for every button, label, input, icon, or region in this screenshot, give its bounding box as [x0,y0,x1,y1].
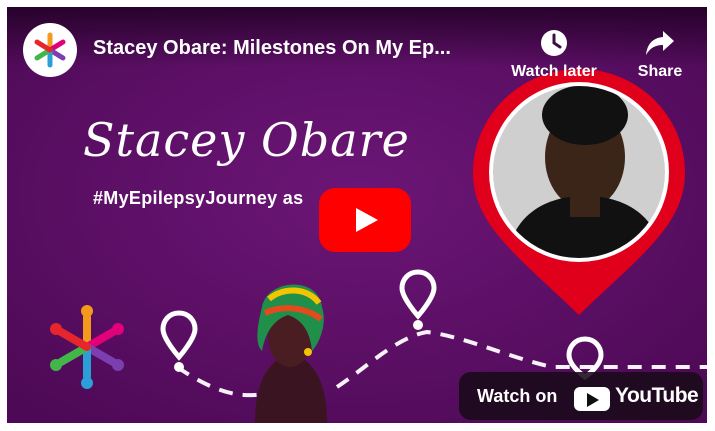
channel-logo-icon[interactable] [23,23,77,77]
thumbnail-script-name: Stacey Obare [83,113,410,167]
share-button[interactable]: Share [627,29,693,81]
share-arrow-icon [646,31,674,55]
youtube-logo-icon [574,387,610,411]
video-player[interactable]: Stacey Obare: Milestones On My Ep... Wat… [7,7,707,423]
watch-later-label: Watch later [511,63,597,80]
youtube-wordmark: YouTube [615,384,699,407]
youtube-play-button[interactable] [319,188,411,252]
watch-on-label: Watch on [477,386,558,406]
watch-on-youtube-button[interactable]: Watch on YouTube [459,372,703,420]
video-title[interactable]: Stacey Obare: Milestones On My Ep... [93,37,451,60]
clock-icon [541,30,567,56]
thumbnail-hashtag: #MyEpilepsyJourney as [93,188,304,208]
share-label: Share [637,63,683,80]
watch-later-button[interactable]: Watch later [499,29,609,81]
